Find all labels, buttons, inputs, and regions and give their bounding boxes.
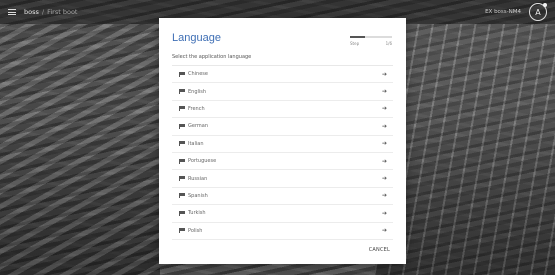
arrow-right-icon[interactable]: ➔ [382, 88, 387, 95]
dialog-subtitle: Select the application language [172, 54, 252, 60]
brand-name: boss [24, 8, 39, 16]
language-label: Portuguese [188, 158, 217, 165]
progress-end-label: 1/6 [385, 41, 392, 46]
language-item[interactable]: Spanish ➔ [172, 188, 393, 206]
language-label: French [188, 105, 205, 112]
arrow-right-icon[interactable]: ➔ [382, 192, 387, 199]
language-item[interactable]: Italian ➔ [172, 136, 393, 153]
progress-start-label: Step [350, 41, 360, 46]
language-label: German [188, 123, 209, 130]
flag-icon [179, 71, 185, 77]
arrow-right-icon[interactable]: ➔ [382, 71, 387, 78]
progress-track [350, 36, 392, 38]
user-label: EX boss-NM4 [485, 9, 521, 15]
flag-icon [179, 141, 185, 147]
arrow-right-icon[interactable]: ➔ [382, 210, 387, 217]
language-label: Chinese [188, 71, 208, 78]
flag-icon [179, 89, 185, 95]
progress-labels: Step 1/6 [350, 41, 392, 46]
flag-icon [179, 228, 185, 234]
menu-icon[interactable] [8, 9, 16, 15]
language-item[interactable]: French ➔ [172, 101, 393, 119]
breadcrumb: First boot [47, 8, 78, 16]
flag-icon [179, 193, 185, 199]
language-label: Russian [188, 175, 208, 182]
flag-icon [179, 176, 185, 182]
flag-icon [179, 158, 185, 164]
language-label: English [188, 88, 207, 95]
flag-icon [179, 106, 185, 112]
avatar-letter: A [535, 7, 541, 17]
language-item[interactable]: Polish ➔ [172, 223, 393, 240]
language-label: Spanish [188, 192, 208, 199]
language-dialog: Language Step 1/6 Select the application… [159, 18, 406, 264]
breadcrumb-separator: / [41, 8, 45, 16]
flag-icon [179, 210, 185, 216]
progress-fill [350, 36, 365, 38]
language-label: Italian [188, 140, 204, 147]
step-progress: Step 1/6 [350, 36, 392, 46]
language-item[interactable]: Russian ➔ [172, 170, 393, 188]
language-label: Polish [188, 227, 203, 234]
language-item[interactable]: Turkish ➔ [172, 205, 393, 223]
cancel-button[interactable]: CANCEL [369, 247, 390, 253]
topbar-right-group: EX boss-NM4 A [485, 3, 547, 21]
avatar[interactable]: A [529, 3, 547, 21]
arrow-right-icon[interactable]: ➔ [382, 123, 387, 130]
arrow-right-icon[interactable]: ➔ [382, 227, 387, 234]
language-list: Chinese ➔ English ➔ French ➔ German ➔ Italian ➔ Po… [172, 65, 393, 240]
language-item[interactable]: English ➔ [172, 83, 393, 101]
language-item[interactable]: German ➔ [172, 118, 393, 136]
language-item[interactable]: Chinese ➔ [172, 66, 393, 84]
arrow-right-icon[interactable]: ➔ [382, 140, 387, 147]
notification-dot-icon [543, 3, 547, 7]
arrow-right-icon[interactable]: ➔ [382, 105, 387, 112]
language-item[interactable]: Portuguese ➔ [172, 153, 393, 171]
arrow-right-icon[interactable]: ➔ [382, 158, 387, 165]
flag-icon [179, 123, 185, 129]
background-left-overlay [0, 24, 160, 275]
language-label: Turkish [188, 210, 206, 217]
arrow-right-icon[interactable]: ➔ [382, 175, 387, 182]
